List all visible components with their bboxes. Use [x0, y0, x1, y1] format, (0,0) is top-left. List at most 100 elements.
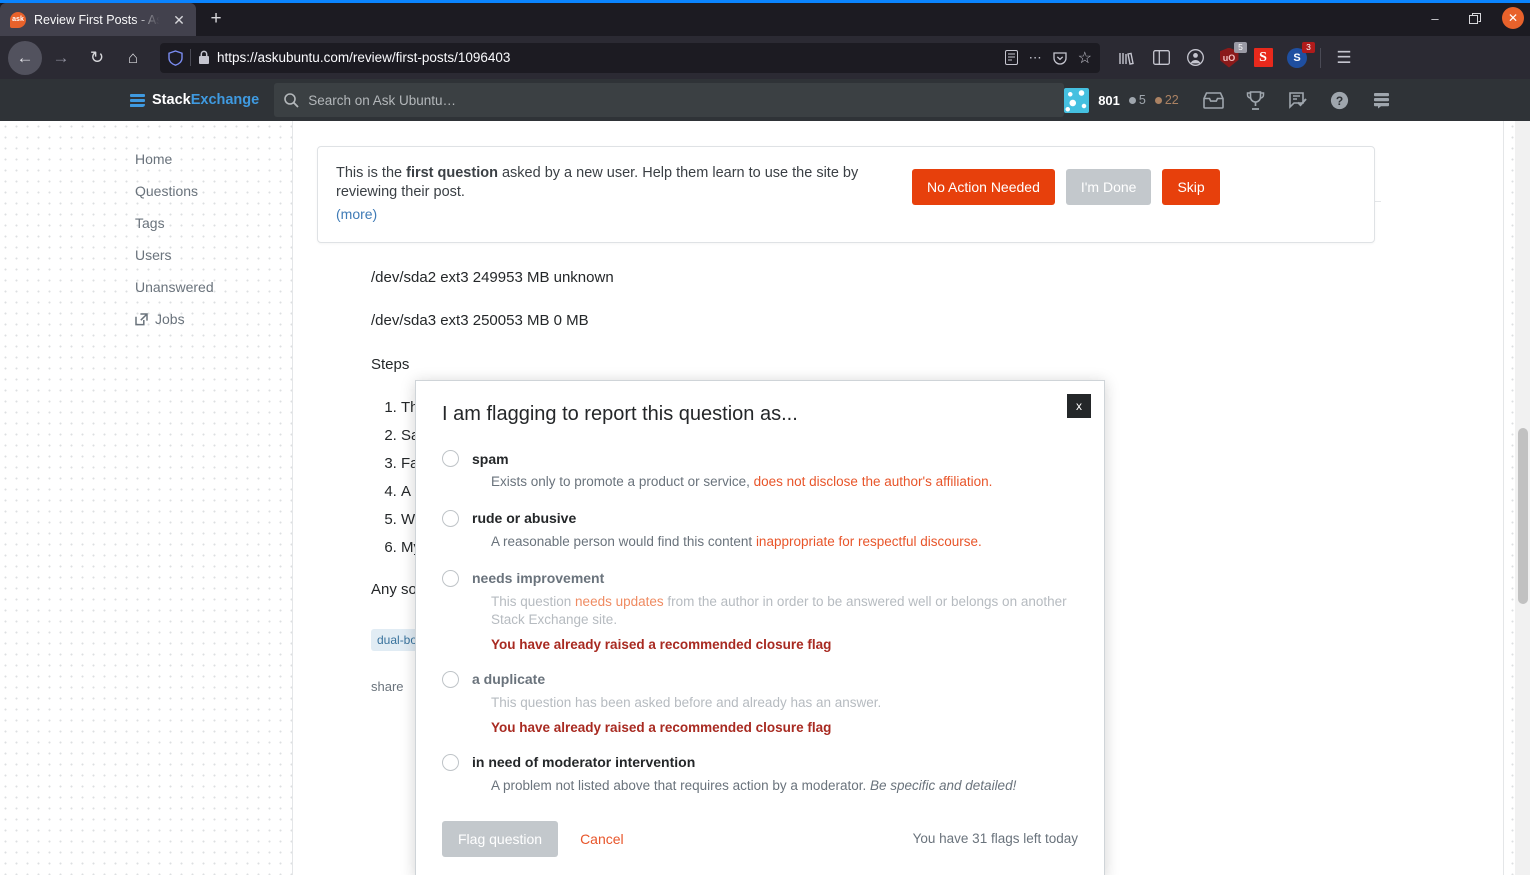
im-done-button[interactable]: I'm Done [1065, 169, 1152, 205]
back-button[interactable]: ← [8, 40, 42, 75]
search-icon [284, 92, 299, 108]
browser-window: ask Review First Posts - Ask U ✕ + – ✕ ←… [0, 0, 1530, 875]
review-text-before: This is the [336, 165, 407, 181]
desc-highlight: does not disclose the author's affiliati… [753, 474, 993, 489]
radio-duplicate[interactable] [442, 670, 459, 688]
flag-option-duplicate[interactable]: a duplicate This question has been asked… [442, 670, 1078, 735]
scrollbar-thumb[interactable] [1518, 428, 1528, 604]
skip-button[interactable]: Skip [1162, 169, 1220, 205]
flag-option-spam[interactable]: spam Exists only to promote a product or… [442, 450, 1078, 491]
url-bar-icons: ⋯ ☆ [999, 48, 1092, 68]
bronze-badge-value: 22 [1164, 93, 1179, 107]
sidebar-item-users[interactable]: Users [135, 239, 285, 271]
flag-option-label: rude or abusive [472, 510, 577, 527]
toolbar-divider [1320, 47, 1321, 68]
site-switcher-icon[interactable] [1361, 79, 1403, 121]
site-header: StackExchange Search on Ask Ubuntu… 801 … [0, 79, 1530, 121]
tab-title: Review First Posts - Ask U [34, 12, 162, 27]
flag-question-button[interactable]: Flag question [442, 820, 559, 857]
maximize-icon [1468, 12, 1481, 24]
forward-button[interactable]: → [44, 41, 78, 75]
flag-option-description: A problem not listed above that requires… [491, 777, 1078, 795]
flag-option-rude-or-abusive[interactable]: rude or abusive A reasonable person woul… [442, 509, 1078, 551]
review-icon[interactable] [1277, 79, 1319, 121]
no-action-needed-button[interactable]: No Action Needed [912, 169, 1055, 205]
noscript-icon[interactable]: S 3 [1286, 41, 1315, 69]
sidebar-item-label: Jobs [155, 311, 185, 327]
review-more-link[interactable]: (more) [336, 205, 377, 223]
reader-mode-icon[interactable] [1004, 50, 1018, 65]
sidebar-icon[interactable] [1150, 47, 1172, 69]
radio-needs-improvement[interactable] [442, 569, 459, 587]
s-extension-glyph: S [1253, 48, 1273, 67]
page-actions-icon[interactable]: ⋯ [1029, 50, 1042, 66]
flag-option-label: in need of moderator intervention [472, 754, 696, 771]
minimize-button[interactable]: – [1422, 5, 1448, 31]
stack-exchange-logo-icon [130, 93, 145, 107]
s-extension-icon[interactable]: S [1252, 47, 1274, 69]
page-scrollbar[interactable] [1515, 121, 1530, 875]
cancel-button[interactable]: Cancel [580, 831, 624, 847]
dialog-footer: Flag question Cancel You have 31 flags l… [442, 820, 1078, 857]
help-icon[interactable]: ? [1319, 79, 1361, 121]
sidebar-item-home[interactable]: Home [135, 143, 285, 175]
account-icon[interactable] [1184, 47, 1206, 69]
sidebar-item-unanswered[interactable]: Unanswered [135, 271, 285, 303]
site-header-right: 801 5 22 ? [1064, 79, 1530, 121]
window-controls: – ✕ [1422, 5, 1524, 31]
flag-option-warning: You have already raised a recommended cl… [491, 636, 832, 652]
library-icon[interactable] [1116, 47, 1138, 69]
sidebar-item-label: Tags [135, 215, 165, 231]
bronze-badge-count[interactable]: 22 [1154, 93, 1179, 107]
page-viewport: StackExchange Search on Ask Ubuntu… 801 … [0, 79, 1530, 875]
svg-text:?: ? [1336, 94, 1343, 108]
sidebar-item-tags[interactable]: Tags [135, 207, 285, 239]
flag-option-header: in need of moderator intervention [442, 753, 1078, 771]
ublock-origin-icon[interactable]: uO 5 [1218, 41, 1247, 69]
tab-close-icon[interactable]: ✕ [170, 11, 188, 29]
maximize-button[interactable] [1462, 5, 1488, 31]
pocket-icon[interactable] [1053, 51, 1067, 65]
dialog-title: I am flagging to report this question as… [442, 403, 798, 425]
flag-option-description: This question needs updates from the aut… [491, 593, 1078, 629]
sidebar-item-label: Home [135, 151, 173, 167]
review-actions: No Action Needed I'm Done Skip [912, 164, 1220, 205]
logo-text-stack: Stack [152, 92, 191, 108]
page-content: Home Questions Tags Users Unanswered Job… [0, 121, 1530, 875]
search-input[interactable]: Search on Ask Ubuntu… [274, 83, 1065, 117]
trophy-icon[interactable] [1235, 79, 1277, 121]
inbox-icon[interactable] [1193, 79, 1235, 121]
browser-toolbar-extensions: uO 5 S S 3 ☰ [1108, 41, 1355, 69]
flag-option-label: needs improvement [472, 570, 605, 587]
stack-exchange-logo[interactable]: StackExchange [130, 92, 259, 108]
desc-plain: This question [491, 593, 576, 609]
app-menu-button[interactable]: ☰ [1333, 47, 1355, 69]
desc-highlight: needs updates [575, 593, 664, 609]
home-button[interactable]: ⌂ [116, 41, 150, 75]
radio-spam[interactable] [442, 450, 459, 467]
silver-badge-count[interactable]: 5 [1128, 93, 1146, 107]
reputation-count[interactable]: 801 [1098, 93, 1120, 108]
flag-option-header: a duplicate [442, 670, 1078, 688]
reload-button[interactable]: ↻ [80, 41, 114, 75]
flag-option-moderator-intervention[interactable]: in need of moderator intervention A prob… [442, 753, 1078, 795]
avatar[interactable] [1064, 87, 1090, 113]
radio-moderator-intervention[interactable] [442, 753, 459, 771]
radio-rude-or-abusive[interactable] [442, 509, 459, 527]
new-tab-button[interactable]: + [200, 5, 232, 33]
logo-text-exchange: Exchange [190, 92, 260, 108]
tab-favicon-icon: ask [10, 11, 26, 28]
bookmark-star-icon[interactable]: ☆ [1078, 48, 1092, 68]
sidebar-item-jobs[interactable]: Jobs [135, 303, 285, 335]
browser-tab[interactable]: ask Review First Posts - Ask U ✕ [0, 3, 196, 36]
url-bar[interactable]: https://askubuntu.com/review/first-posts… [160, 42, 1100, 73]
flag-option-needs-improvement[interactable]: needs improvement This question needs up… [442, 569, 1078, 652]
close-dialog-button[interactable]: x [1067, 394, 1091, 418]
navigation-toolbar: ← → ↻ ⌂ https://askubuntu.com/review/fir… [0, 36, 1530, 79]
shield-icon[interactable] [168, 49, 183, 66]
tab-strip: ask Review First Posts - Ask U ✕ + – ✕ [0, 3, 1530, 36]
sidebar-item-questions[interactable]: Questions [135, 175, 285, 207]
noscript-badge: 3 [1302, 41, 1315, 53]
close-window-button[interactable]: ✕ [1502, 7, 1524, 29]
review-banner: This is the first question asked by a ne… [317, 146, 1375, 244]
